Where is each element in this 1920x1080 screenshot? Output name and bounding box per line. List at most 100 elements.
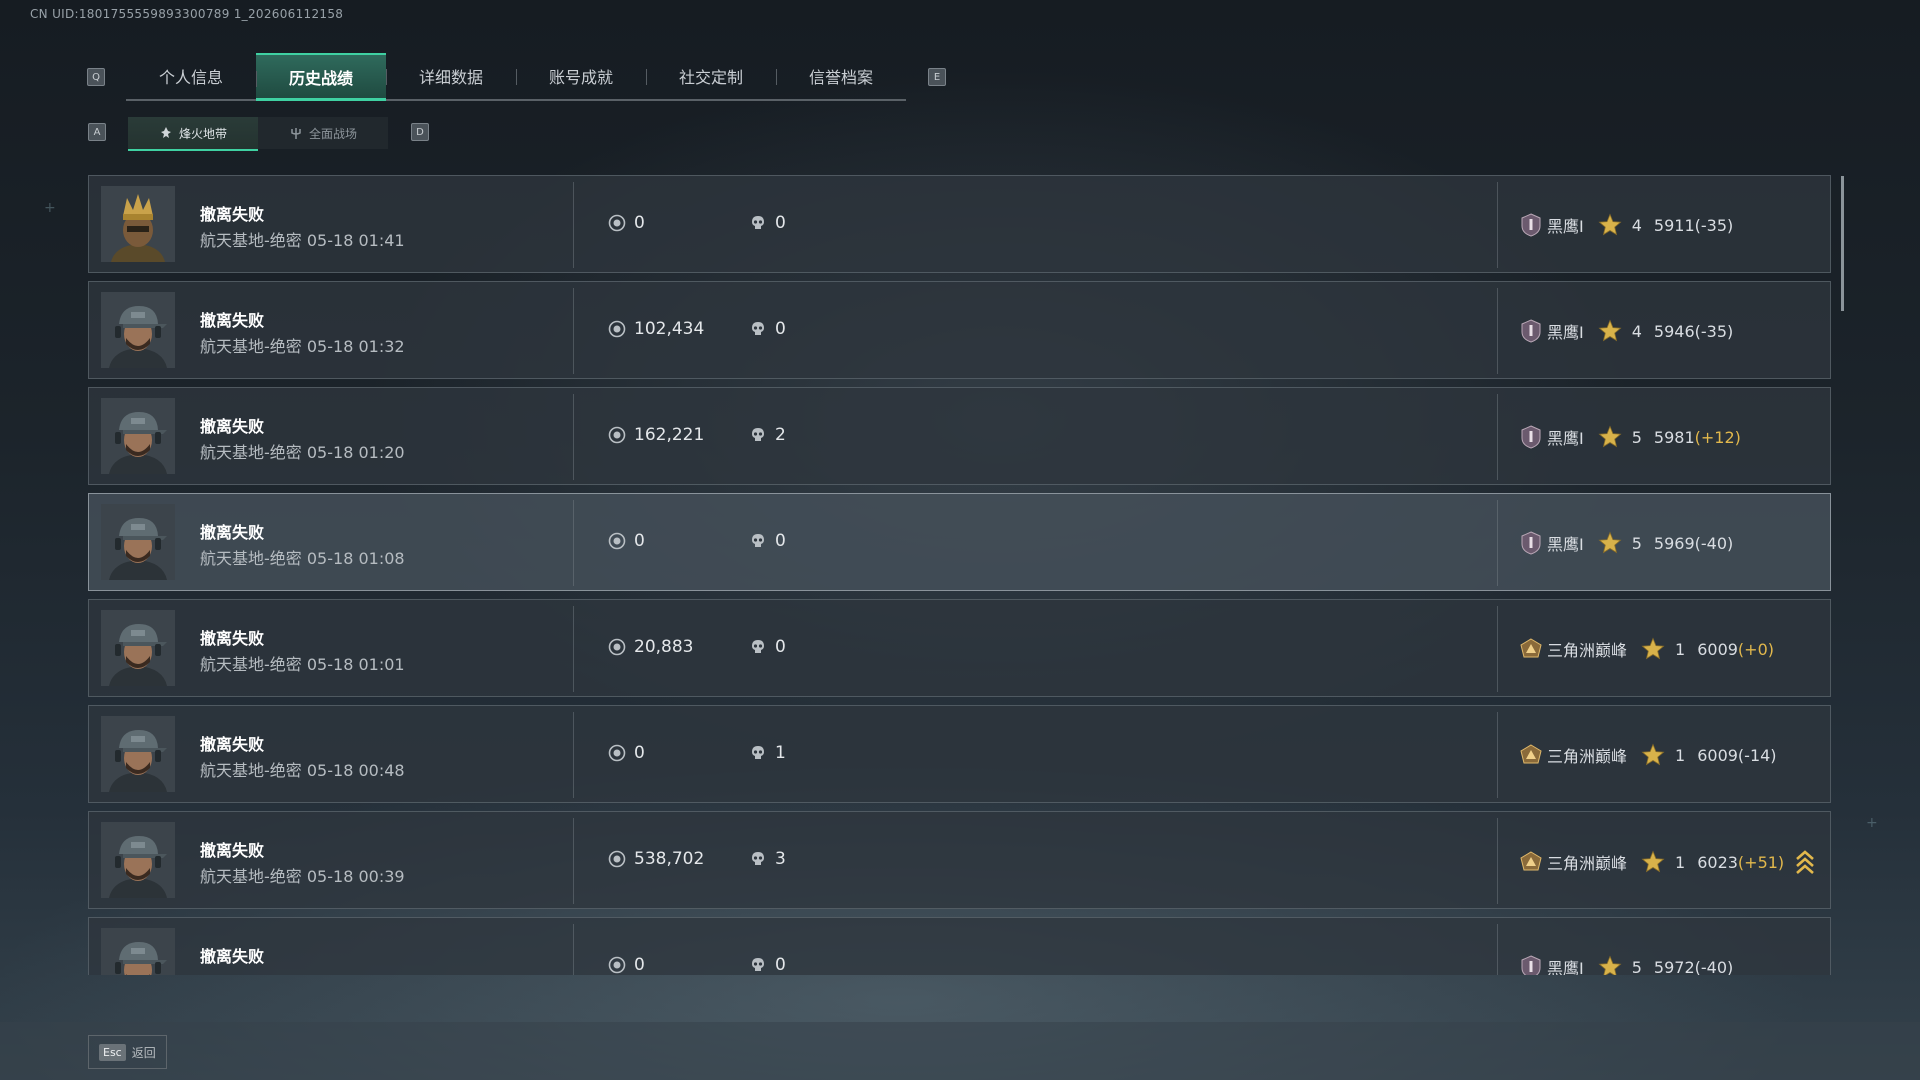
tab-social-custom[interactable]: 社交定制	[646, 53, 776, 99]
rank-name: 三角洲巅峰	[1547, 747, 1628, 766]
match-record-row[interactable]: 撤离失败 0 0 黑鹰I 5 5972 (-40)	[88, 917, 1831, 975]
tab-match-history[interactable]: 历史战绩	[256, 53, 386, 101]
rank-up-chevron-icon	[1796, 850, 1815, 874]
record-value-stat: 538,702	[608, 849, 704, 869]
record-value: 102,434	[634, 319, 705, 339]
star-icon	[1598, 955, 1622, 975]
record-result: 撤离失败	[200, 417, 265, 436]
record-map: 航天基地-绝密	[200, 549, 302, 568]
record-time: 05-18 00:48	[306, 761, 405, 780]
rank-delta: (-14)	[1737, 745, 1777, 765]
rank-delta-peak-icon	[1520, 744, 1542, 764]
record-value: 20,883	[634, 637, 694, 657]
record-meta: 航天基地-绝密 05-18 00:39	[200, 863, 405, 887]
record-rank: 三角洲巅峰 1 6009 (+0)	[1519, 637, 1774, 661]
skull-icon	[752, 322, 764, 335]
record-result: 撤离失败	[200, 523, 265, 542]
rank-score: 5946	[1653, 321, 1695, 341]
record-meta: 航天基地-绝密 05-18 01:41	[200, 227, 405, 251]
record-map: 航天基地-绝密	[200, 655, 302, 674]
record-value: 538,702	[634, 849, 705, 869]
tab-detailed-data[interactable]: 详细数据	[386, 53, 516, 99]
skull-icon	[752, 428, 764, 441]
divider	[573, 288, 574, 374]
soldier-crown-avatar	[101, 186, 175, 262]
star-icon	[1598, 425, 1622, 448]
tab-credit-record[interactable]: 信誉档案	[776, 53, 906, 99]
record-value-stat: 20,883	[608, 637, 693, 657]
subtab-operations[interactable]: 烽火地带	[128, 117, 258, 151]
rank-stars: 1	[1675, 745, 1686, 765]
match-record-row[interactable]: 撤离失败 航天基地-绝密 05-18 01:32 102,434 0 黑鹰I 4…	[88, 281, 1831, 379]
rank-score: 6009	[1697, 745, 1738, 765]
match-record-row[interactable]: 撤离失败 航天基地-绝密 05-18 00:48 0 1 三角洲巅峰 1 600…	[88, 705, 1831, 803]
list-scrollbar[interactable]	[1841, 176, 1844, 311]
tab-personal-info[interactable]: 个人信息	[126, 53, 256, 99]
record-map: 航天基地-绝密	[200, 761, 302, 780]
soldier-avatar	[101, 610, 175, 686]
rank-blackhawk-icon	[1521, 531, 1541, 555]
record-time: 05-18 01:41	[306, 231, 405, 250]
record-result: 撤离失败	[200, 205, 265, 224]
record-kills: 3	[775, 849, 786, 869]
match-record-row[interactable]: 撤离失败 航天基地-绝密 05-18 01:20 162,221 2 黑鹰I 5…	[88, 387, 1831, 485]
match-record-row[interactable]: 撤离失败 航天基地-绝密 05-18 01:41 0 0 黑鹰I 4 5911 …	[88, 175, 1831, 273]
record-result: 撤离失败	[200, 947, 265, 966]
rank-delta: (+0)	[1737, 639, 1774, 659]
key-hint-a[interactable]: A	[88, 123, 106, 141]
record-meta: 航天基地-绝密 05-18 01:08	[200, 545, 405, 569]
record-meta: 航天基地-绝密 05-18 00:48	[200, 757, 405, 781]
record-kills: 1	[775, 743, 786, 763]
match-record-row[interactable]: 撤离失败 航天基地-绝密 05-18 00:39 538,702 3 三角洲巅峰…	[88, 811, 1831, 909]
coin-icon	[608, 956, 626, 974]
tab-achievements[interactable]: 账号成就	[516, 53, 646, 99]
back-label: 返回	[131, 1045, 156, 1060]
key-hint-e[interactable]: E	[928, 68, 946, 86]
record-kills: 0	[775, 955, 786, 975]
match-record-row[interactable]: 撤离失败 航天基地-绝密 05-18 01:08 0 0 黑鹰I 5 5969 …	[88, 493, 1831, 591]
rank-delta: (-35)	[1694, 321, 1734, 341]
record-meta: 航天基地-绝密 05-18 01:32	[200, 333, 405, 357]
soldier-avatar	[101, 504, 175, 580]
record-rank: 黑鹰I 5 5981 (+12)	[1519, 425, 1741, 449]
rank-score: 5972	[1653, 957, 1695, 976]
subtab-warfare[interactable]: 全面战场	[258, 117, 388, 149]
back-button[interactable]: Esc 返回	[88, 1035, 167, 1069]
rank-stars: 5	[1631, 427, 1642, 447]
uid-text: CN UID:1801755559893300789 1_20260611215…	[30, 7, 344, 21]
rank-name: 黑鹰I	[1547, 429, 1584, 448]
record-value: 0	[634, 955, 645, 975]
rank-name: 三角洲巅峰	[1547, 641, 1628, 660]
record-value-stat: 102,434	[608, 319, 704, 339]
record-value: 0	[634, 531, 645, 551]
record-time: 05-18 00:39	[306, 867, 405, 886]
match-history-list[interactable]: 撤离失败 航天基地-绝密 05-18 01:41 0 0 黑鹰I 4 5911 …	[88, 175, 1831, 975]
rank-stars: 4	[1631, 321, 1642, 341]
record-meta: 航天基地-绝密 05-18 01:20	[200, 439, 405, 463]
record-value: 0	[634, 743, 645, 763]
key-hint-d[interactable]: D	[411, 123, 429, 141]
record-kills-stat: 0	[749, 319, 786, 339]
rank-stars: 5	[1631, 533, 1642, 553]
match-record-row[interactable]: 撤离失败 航天基地-绝密 05-18 01:01 20,883 0 三角洲巅峰 …	[88, 599, 1831, 697]
skull-icon	[752, 216, 764, 229]
crosshair-deco: +	[44, 200, 56, 216]
key-hint-q[interactable]: Q	[87, 68, 105, 86]
divider	[573, 712, 574, 798]
coin-icon	[608, 532, 626, 550]
record-map: 航天基地-绝密	[200, 867, 302, 886]
rank-stars: 1	[1675, 852, 1686, 872]
rank-name: 黑鹰I	[1547, 323, 1584, 342]
record-kills-stat: 0	[749, 213, 786, 233]
record-value-stat: 162,221	[608, 425, 704, 445]
divider	[1497, 288, 1498, 374]
record-value-stat: 0	[608, 531, 645, 551]
record-meta: 航天基地-绝密 05-18 01:01	[200, 651, 405, 675]
rank-blackhawk-icon	[1521, 319, 1541, 343]
coin-icon	[608, 426, 626, 444]
record-rank: 黑鹰I 5 5972 (-40)	[1519, 955, 1733, 975]
bottom-bar	[0, 1022, 1920, 1080]
record-kills: 0	[775, 637, 786, 657]
divider	[573, 394, 574, 480]
record-kills-stat: 2	[749, 425, 786, 445]
